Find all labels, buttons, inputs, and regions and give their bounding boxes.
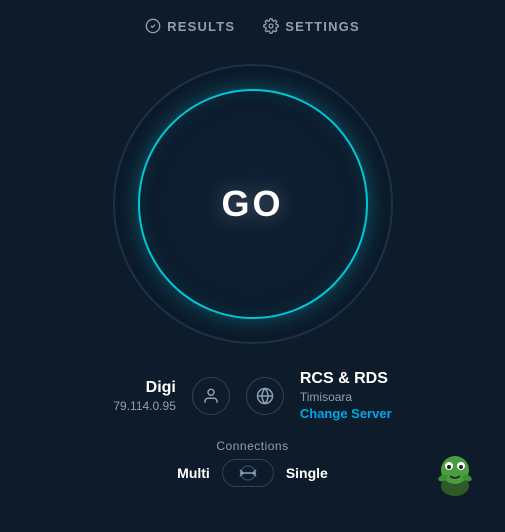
user-icon-circle	[192, 377, 230, 415]
isp-ip: 79.114.0.95	[113, 399, 176, 413]
settings-label: SETTINGS	[285, 19, 360, 34]
isp-name: Digi	[146, 379, 176, 397]
info-row: Digi 79.114.0.95 RCS & RDS Timisoara Cha…	[0, 370, 505, 421]
globe-icon	[256, 387, 274, 405]
connections-label: Connections	[216, 439, 288, 453]
server-name: RCS & RDS	[300, 370, 388, 388]
gear-icon	[263, 18, 279, 34]
toggle-arrows-icon	[234, 465, 262, 481]
check-circle-icon	[145, 18, 161, 34]
server-info: RCS & RDS Timisoara Change Server	[300, 370, 392, 421]
watermark	[427, 448, 483, 504]
top-nav: RESULTS SETTINGS	[0, 0, 505, 44]
server-location: Timisoara	[300, 390, 352, 404]
results-nav-item[interactable]: RESULTS	[145, 18, 235, 34]
mascot-icon	[427, 448, 483, 504]
single-option[interactable]: Single	[286, 465, 328, 481]
results-label: RESULTS	[167, 19, 235, 34]
change-server-link[interactable]: Change Server	[300, 406, 392, 421]
multi-option[interactable]: Multi	[177, 465, 210, 481]
go-button[interactable]: GO	[221, 183, 283, 225]
connections-section: Connections Multi Single	[177, 439, 328, 487]
settings-nav-item[interactable]: SETTINGS	[263, 18, 360, 34]
speedometer: GO	[103, 54, 403, 354]
toggle-switch[interactable]	[222, 459, 274, 487]
globe-icon-circle	[246, 377, 284, 415]
isp-info: Digi 79.114.0.95	[113, 379, 176, 413]
user-icon	[202, 387, 220, 405]
connections-toggle: Multi Single	[177, 459, 328, 487]
